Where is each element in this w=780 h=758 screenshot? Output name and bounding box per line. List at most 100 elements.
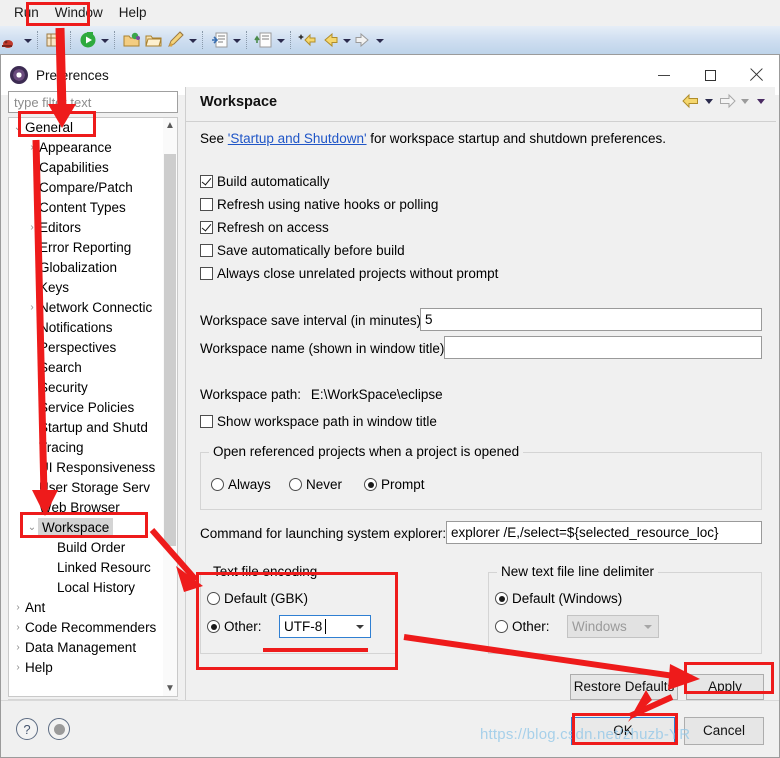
save-interval-input[interactable]: 5 — [420, 308, 762, 331]
forward-dropdown-icon[interactable] — [738, 93, 752, 109]
checkbox-box[interactable] — [200, 198, 213, 211]
tree-item-local-history[interactable]: Local History — [9, 578, 165, 598]
apply-button[interactable]: Apply — [686, 674, 764, 700]
forward-arrow-icon[interactable] — [353, 30, 373, 50]
filter-input[interactable]: type filter text — [8, 91, 178, 113]
tree-item-ui-responsiveness[interactable]: UI Responsiveness — [9, 458, 165, 478]
open-type-dropdown-icon[interactable] — [275, 30, 286, 50]
radio-circle[interactable] — [207, 620, 220, 633]
tree-item-data-management[interactable]: › Data Management — [9, 638, 165, 658]
forward-dropdown-icon[interactable] — [374, 30, 385, 50]
checkbox-refresh-native-hooks[interactable]: Refresh using native hooks or polling — [200, 195, 438, 215]
tree-item-capabilities[interactable]: Capabilities — [9, 158, 165, 178]
tree-item-security[interactable]: Security — [9, 378, 165, 398]
tree-item-web-browser[interactable]: Web Browser — [9, 498, 165, 518]
checkbox-save-before-build[interactable]: Save automatically before build — [200, 241, 405, 261]
tree-item-perspectives[interactable]: Perspectives — [9, 338, 165, 358]
tree-item-globalization[interactable]: Globalization — [9, 258, 165, 278]
menu-item-run[interactable]: Run — [6, 2, 47, 24]
back-sparkle-icon[interactable] — [298, 30, 318, 50]
debug-dropdown-icon[interactable] — [22, 30, 33, 50]
new-wizard-icon[interactable] — [45, 30, 65, 50]
preferences-tree[interactable]: ⌄ General › Appearance Capabilities Compare… — [8, 117, 178, 697]
tree-vertical-scrollbar[interactable]: ▲ ▼ — [163, 118, 177, 696]
tree-item-tracing[interactable]: Tracing — [9, 438, 165, 458]
tree-item-general[interactable]: ⌄ General — [9, 118, 165, 138]
checkbox-box[interactable] — [200, 175, 213, 188]
radio-delimiter-other[interactable]: Other: — [495, 617, 550, 637]
forward-arrow-icon[interactable] — [718, 93, 736, 109]
chevron-down-icon[interactable]: ⌄ — [11, 118, 25, 138]
explorer-command-input[interactable]: explorer /E,/select=${selected_resource_… — [446, 521, 762, 544]
back-dropdown-icon[interactable] — [702, 93, 716, 109]
radio-delimiter-default[interactable]: Default (Windows) — [495, 589, 622, 609]
tree-item-search[interactable]: Search — [9, 358, 165, 378]
tree-item-workspace[interactable]: ⌄ Workspace — [9, 518, 165, 538]
run-icon[interactable] — [78, 30, 98, 50]
tree-item-editors[interactable]: › Editors — [9, 218, 165, 238]
tree-item-content-types[interactable]: Content Types — [9, 198, 165, 218]
edit-dropdown-icon[interactable] — [187, 30, 198, 50]
tree-item-compare-patch[interactable]: Compare/Patch — [9, 178, 165, 198]
checkbox-close-unrelated-projects[interactable]: Always close unrelated projects without … — [200, 264, 498, 284]
tree-item-network-connectic[interactable]: › Network Connectic — [9, 298, 165, 318]
tree-item-startup-and-shutd[interactable]: Startup and Shutd — [9, 418, 165, 438]
help-button[interactable]: ? — [16, 718, 38, 740]
radio-circle[interactable] — [495, 592, 508, 605]
radio-never[interactable]: Never — [289, 475, 342, 495]
open-folder-icon[interactable] — [144, 30, 164, 50]
restore-defaults-button[interactable]: Restore Defaults — [570, 674, 678, 700]
tree-item-service-policies[interactable]: Service Policies — [9, 398, 165, 418]
chevron-right-icon[interactable]: › — [11, 598, 25, 618]
radio-circle[interactable] — [211, 478, 224, 491]
back-arrow-icon[interactable] — [320, 30, 340, 50]
chevron-right-icon[interactable]: › — [25, 218, 39, 238]
scroll-up-icon[interactable]: ▲ — [163, 118, 177, 133]
pencil-edit-icon[interactable] — [166, 30, 186, 50]
chevron-right-icon[interactable]: › — [11, 618, 25, 638]
checkbox-build-automatically[interactable]: Build automatically — [200, 172, 330, 192]
radio-circle[interactable] — [289, 478, 302, 491]
chevron-right-icon[interactable]: › — [25, 298, 39, 318]
scroll-down-icon[interactable]: ▼ — [163, 681, 177, 696]
checkbox-box[interactable] — [200, 415, 213, 428]
tree-item-build-order[interactable]: Build Order — [9, 538, 165, 558]
checkbox-show-workspace-path[interactable]: Show workspace path in window title — [200, 412, 437, 432]
radio-encoding-other[interactable]: Other: — [207, 617, 262, 637]
open-type-icon[interactable] — [254, 30, 274, 50]
run-dropdown-icon[interactable] — [99, 30, 110, 50]
menu-item-window[interactable]: Window — [47, 2, 111, 24]
radio-circle[interactable] — [364, 478, 377, 491]
tree-vscroll-thumb[interactable] — [164, 154, 176, 546]
radio-prompt[interactable]: Prompt — [364, 475, 425, 495]
page-menu-icon[interactable] — [754, 93, 768, 109]
radio-circle[interactable] — [207, 592, 220, 605]
back-dropdown-icon[interactable] — [341, 30, 352, 50]
tree-item-help[interactable]: › Help — [9, 658, 165, 678]
checkbox-box[interactable] — [200, 221, 213, 234]
tree-item-user-storage-serv[interactable]: User Storage Serv — [9, 478, 165, 498]
chevron-down-icon[interactable] — [356, 623, 365, 632]
encoding-combo[interactable]: UTF-8 — [279, 615, 371, 638]
checkbox-box[interactable] — [200, 244, 213, 257]
tree-item-notifications[interactable]: Notifications — [9, 318, 165, 338]
checkbox-refresh-on-access[interactable]: Refresh on access — [200, 218, 329, 238]
workspace-name-input[interactable] — [444, 336, 762, 359]
back-arrow-icon[interactable] — [682, 93, 700, 109]
startup-shutdown-link[interactable]: 'Startup and Shutdown' — [228, 131, 367, 146]
debug-icon[interactable] — [1, 30, 21, 50]
pin-button[interactable] — [48, 718, 70, 740]
chevron-down-icon[interactable]: ⌄ — [25, 518, 39, 538]
radio-circle[interactable] — [495, 620, 508, 633]
radio-always[interactable]: Always — [211, 475, 271, 495]
tree-item-code-recommenders[interactable]: › Code Recommenders — [9, 618, 165, 638]
tree-item-linked-resourc[interactable]: Linked Resourc — [9, 558, 165, 578]
new-class-icon[interactable] — [210, 30, 230, 50]
radio-encoding-default[interactable]: Default (GBK) — [207, 589, 308, 609]
tree-item-keys[interactable]: Keys — [9, 278, 165, 298]
tree-item-ant[interactable]: › Ant — [9, 598, 165, 618]
tree-item-appearance[interactable]: › Appearance — [9, 138, 165, 158]
chevron-right-icon[interactable]: › — [25, 138, 39, 158]
chevron-right-icon[interactable]: › — [11, 638, 25, 658]
new-class-dropdown-icon[interactable] — [231, 30, 242, 50]
